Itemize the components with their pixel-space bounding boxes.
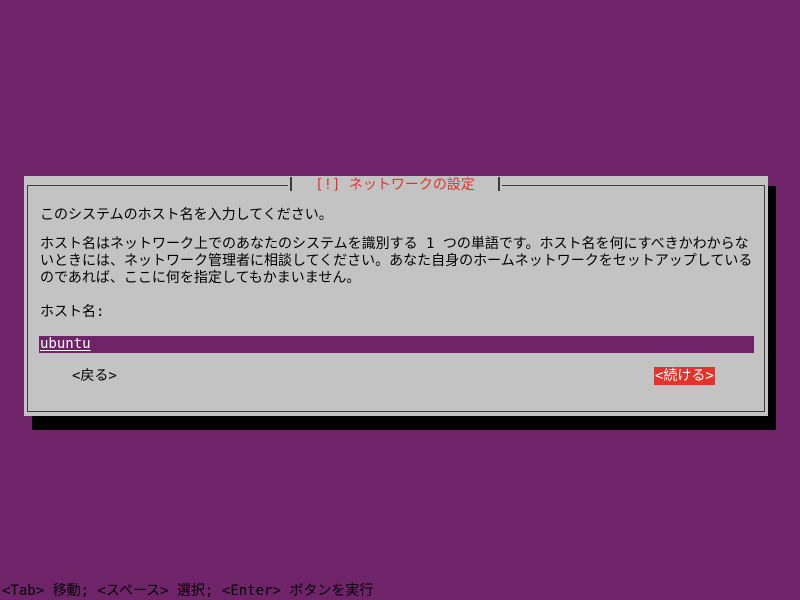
hostname-label: ホスト名: [40,304,105,320]
keyboard-help-bar: <Tab> 移動; <スペース> 選択; <Enter> ボタンを実行 [0,582,800,600]
hostname-description: ホスト名はネットワーク上でのあなたのシステムを識別する 1 つの単語です。ホスト… [40,236,753,286]
hostname-input[interactable] [39,336,754,353]
continue-button[interactable]: <続ける> [654,367,715,385]
network-config-dialog: [!] ネットワークの設定 このシステムのホスト名を入力してください。 ホスト名… [24,176,768,416]
hostname-prompt: このシステムのホスト名を入力してください。 [40,207,333,223]
back-button[interactable]: <戻る> [71,367,118,385]
dialog-title: [!] ネットワークの設定 [288,176,502,194]
